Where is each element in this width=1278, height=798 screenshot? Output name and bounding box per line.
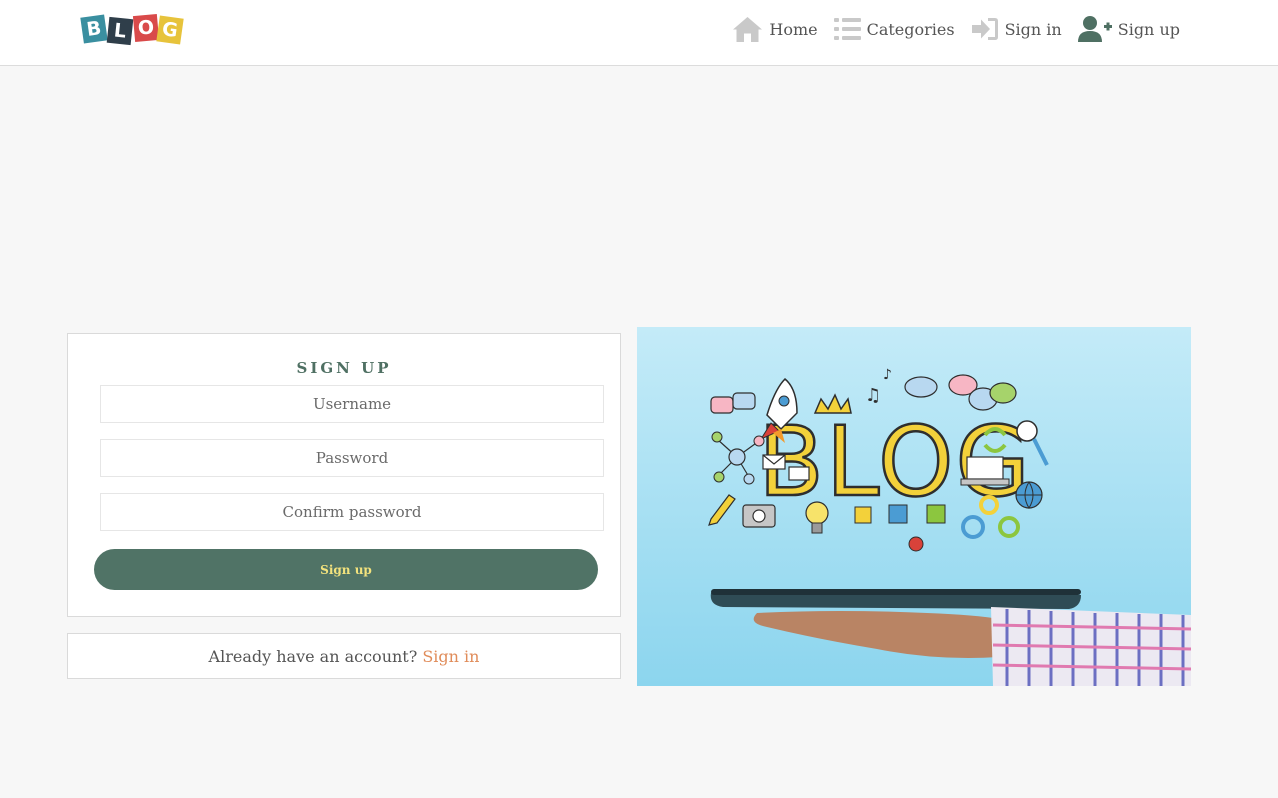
nav-sign-in-label: Sign in <box>1004 19 1062 39</box>
list-icon <box>833 18 861 40</box>
logo-tile-g: G <box>156 15 184 45</box>
home-icon <box>733 17 763 42</box>
password-input[interactable] <box>100 439 604 477</box>
logo-tile-l: L <box>106 16 134 46</box>
logo-letter: O <box>136 16 156 40</box>
nav-sign-up-label: Sign up <box>1117 19 1180 39</box>
signin-prompt-text: Already have an account? <box>208 646 418 666</box>
logo-letter: G <box>160 18 180 42</box>
user-plus-icon <box>1077 16 1112 42</box>
svg-text:♫: ♫ <box>865 385 881 406</box>
signup-card: SIGN UP Sign up <box>67 333 621 617</box>
confirm-password-input[interactable] <box>100 493 604 531</box>
sign-in-icon <box>971 18 998 40</box>
blog-illustration: BLOG ♫ ♪ <box>637 327 1191 686</box>
signup-title: SIGN UP <box>296 359 392 377</box>
main-nav: Home Categories Sign in Sign up <box>732 14 1180 44</box>
nav-home[interactable]: Home <box>732 15 818 43</box>
hero-image: BLOG ♫ ♪ <box>637 327 1191 686</box>
navbar: B L O G Home Categories Sign in Sign up <box>0 0 1278 66</box>
username-input[interactable] <box>100 385 604 423</box>
logo-letter: L <box>112 19 128 43</box>
svg-text:♪: ♪ <box>883 367 892 383</box>
nav-categories-label: Categories <box>866 19 955 39</box>
signup-button[interactable]: Sign up <box>94 549 598 590</box>
nav-sign-up[interactable]: Sign up <box>1077 15 1180 43</box>
nav-home-label: Home <box>769 19 818 39</box>
logo-letter: B <box>85 17 103 41</box>
logo-tile-b: B <box>80 14 108 44</box>
blog-logo[interactable]: B L O G <box>80 12 184 48</box>
nav-sign-in[interactable]: Sign in <box>971 16 1062 42</box>
signin-prompt: Already have an account? Sign in <box>67 633 621 679</box>
signin-link[interactable]: Sign in <box>422 647 479 666</box>
logo-tile-o: O <box>132 14 160 42</box>
nav-categories[interactable]: Categories <box>833 17 955 41</box>
